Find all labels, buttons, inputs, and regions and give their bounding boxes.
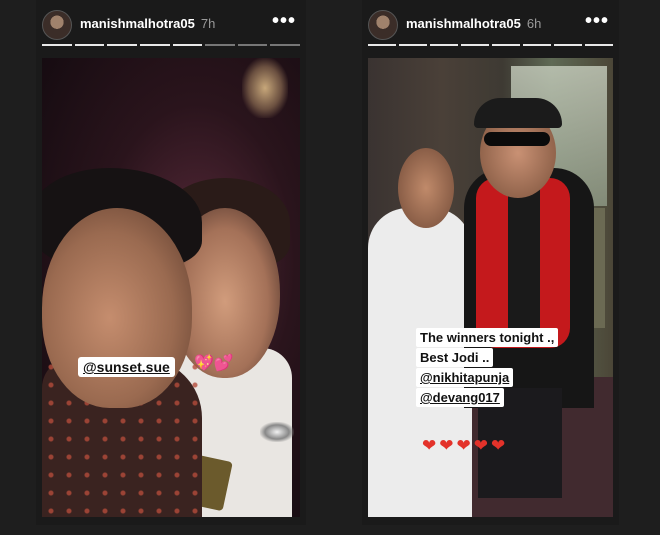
story-progress-bar xyxy=(42,44,300,46)
progress-segment xyxy=(368,44,396,46)
progress-segment xyxy=(237,44,268,46)
woman-face xyxy=(398,148,454,228)
progress-segment xyxy=(42,44,72,46)
username-text[interactable]: manishmalhotra05 xyxy=(80,16,195,31)
progress-segment xyxy=(107,44,137,46)
progress-segment xyxy=(430,44,458,46)
progress-segment xyxy=(585,44,613,46)
mention-sticker[interactable]: @sunset.sue xyxy=(78,357,175,377)
progress-segment xyxy=(399,44,427,46)
progress-segment xyxy=(461,44,489,46)
man-cap xyxy=(474,98,562,128)
mention-link[interactable]: @nikhitapunja xyxy=(416,368,514,387)
man-face xyxy=(42,208,192,408)
story-progress-bar xyxy=(368,44,613,46)
caption-line: The winners tonight ., xyxy=(416,328,559,347)
username[interactable]: manishmalhotra05 7h xyxy=(80,16,215,31)
progress-segment xyxy=(139,44,170,46)
spotlight xyxy=(260,422,294,442)
story-time: 7h xyxy=(200,16,216,31)
story-right[interactable]: manishmalhotra05 6h ••• The winners tonig… xyxy=(362,0,619,525)
avatar[interactable] xyxy=(368,10,398,40)
story-time: 6h xyxy=(526,16,542,31)
story-left[interactable]: manishmalhotra05 7h ••• @sunset.sue 💖💕 xyxy=(36,0,306,525)
lamp xyxy=(242,58,288,118)
sunglasses xyxy=(484,132,550,146)
username[interactable]: manishmalhotra05 6h xyxy=(406,16,541,31)
story-photo xyxy=(42,58,300,517)
progress-segment xyxy=(205,44,235,46)
more-options-icon[interactable]: ••• xyxy=(585,10,609,33)
caption-line: Best Jodi .. xyxy=(416,348,494,367)
heart-icon: ❤❤❤❤❤ xyxy=(422,436,509,455)
story-photo: The winners tonight ., Best Jodi .. @nik… xyxy=(368,58,613,517)
progress-segment xyxy=(492,44,520,46)
more-options-icon[interactable]: ••• xyxy=(272,10,296,33)
progress-segment xyxy=(74,44,105,46)
progress-segment xyxy=(523,44,551,46)
story-caption: The winners tonight ., Best Jodi .. @nik… xyxy=(416,328,586,408)
avatar[interactable] xyxy=(42,10,72,40)
story-header: manishmalhotra05 7h ••• xyxy=(36,8,306,42)
progress-segment xyxy=(270,44,300,46)
heart-sticker: 💖💕 xyxy=(194,355,234,372)
mention-link[interactable]: @devang017 xyxy=(416,388,504,407)
progress-segment xyxy=(172,44,203,46)
progress-segment xyxy=(554,44,582,46)
username-text[interactable]: manishmalhotra05 xyxy=(406,16,521,31)
story-header: manishmalhotra05 6h ••• xyxy=(362,8,619,42)
